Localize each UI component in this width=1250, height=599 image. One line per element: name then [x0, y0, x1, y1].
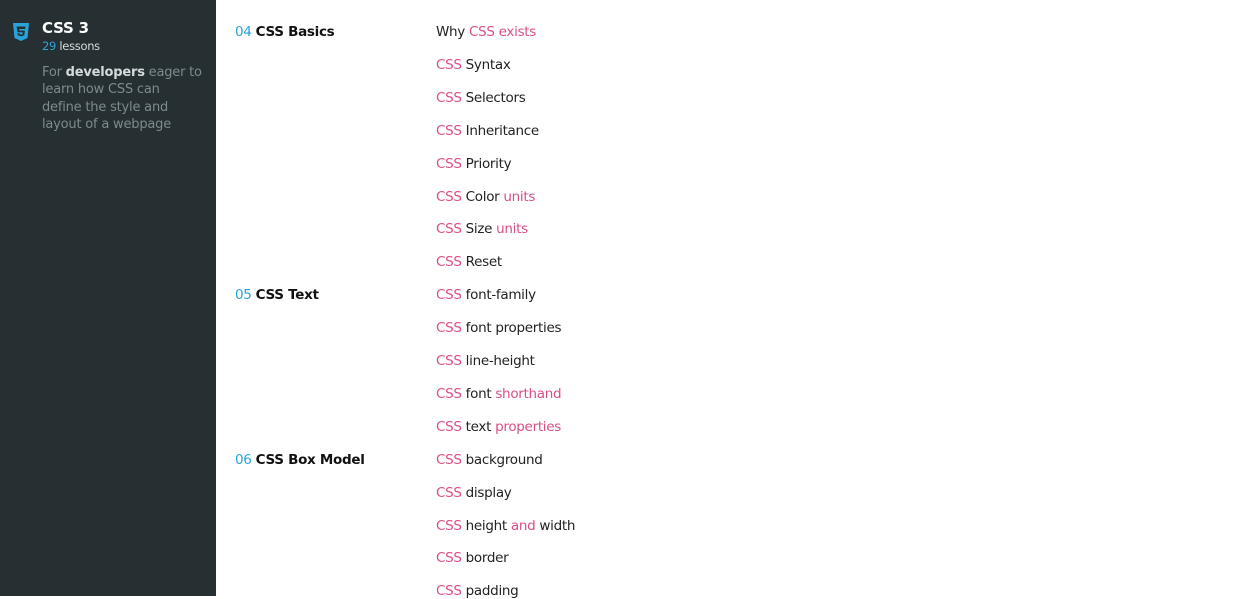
lesson-link[interactable]: CSS Priority [436, 155, 512, 172]
lesson-link[interactable]: CSS line-height [436, 353, 535, 369]
lesson-title-part: properties [495, 418, 562, 435]
lesson-title-part: Reset [461, 254, 503, 271]
lesson-title-part: font properties [461, 320, 562, 337]
lesson-title-part: font-family [461, 287, 536, 304]
lesson-title-part: Syntax [461, 56, 511, 73]
lesson-title-part: and [510, 517, 536, 534]
lesson-link[interactable]: CSS Size units [436, 221, 528, 237]
lesson-link[interactable]: CSS background [436, 452, 543, 468]
lesson-title-part: Selectors [461, 89, 526, 106]
chapter-number: 04 [235, 24, 252, 40]
chapter-heading[interactable]: 05 CSS Text [235, 287, 319, 303]
description-prefix: For [42, 65, 62, 80]
lesson-title-part: CSS [436, 385, 462, 402]
lesson-title-part: CSS [436, 221, 462, 238]
sidebar: CSS 3 29 lessons For developers eager to… [0, 0, 216, 596]
chapter-heading[interactable]: 06 CSS Box Model [235, 452, 365, 468]
lesson-link[interactable]: CSS font shorthand [436, 385, 562, 402]
lesson-title-part: Size [461, 221, 497, 238]
lesson-title-part: width [535, 517, 576, 534]
lesson-title-part: CSS [436, 484, 462, 501]
lesson-link[interactable]: CSS border [436, 550, 509, 567]
lesson-title-part: CSS [436, 287, 462, 304]
lesson-title-part: background [461, 451, 543, 468]
chapter-title: CSS Basics [255, 24, 335, 40]
lesson-title-part: height [461, 517, 511, 534]
lesson-title-part: CSS [436, 418, 462, 435]
lesson-title-part: CSS [436, 89, 462, 106]
lesson-link[interactable]: Why CSS exists [436, 24, 536, 40]
lessons-count: 29 lessons [42, 39, 100, 53]
lesson-title-part: units [496, 221, 528, 238]
lesson-title-part: padding [461, 583, 519, 599]
chapter-number: 05 [235, 287, 252, 303]
lesson-link[interactable]: CSS padding [436, 583, 519, 599]
lesson-link[interactable]: CSS Selectors [436, 89, 526, 106]
lesson-title-part: CSS [436, 353, 462, 369]
chapter-title: CSS Box Model [255, 452, 365, 468]
lesson-link[interactable]: CSS display [436, 485, 512, 501]
lesson-title-part: line-height [461, 353, 535, 369]
course-title[interactable]: CSS 3 [42, 19, 89, 37]
lesson-title-part: CSS [436, 188, 462, 205]
chapter-heading[interactable]: 04 CSS Basics [235, 24, 335, 40]
lesson-link[interactable]: CSS Syntax [436, 57, 511, 73]
lesson-list: 04 CSS Basics 05 CSS Text 06 CSS Box Model … [216, 0, 1250, 599]
lesson-title-part: CSS [436, 583, 462, 599]
lesson-title-part: Inheritance [461, 122, 540, 139]
lesson-title-part: text [461, 418, 496, 435]
lesson-title-part: display [461, 484, 512, 501]
lesson-title-part: CSS [436, 451, 462, 468]
course-description: For developers eager to learn how CSS ca… [42, 64, 202, 133]
lesson-link[interactable]: CSS Inheritance [436, 123, 539, 139]
lesson-title-part: CSS [436, 155, 462, 172]
css3-shield-icon[interactable] [11, 22, 31, 42]
lesson-link[interactable]: CSS font properties [436, 320, 562, 337]
lesson-link[interactable]: CSS Reset [436, 254, 502, 270]
lesson-title-part: CSS [436, 517, 462, 534]
lesson-title-part: CSS [436, 254, 462, 271]
lessons-count-number: 29 [42, 39, 57, 53]
chapter-title: CSS Text [255, 287, 319, 303]
lesson-title-part: CSS [436, 320, 462, 337]
lesson-title-part: CSS [436, 56, 462, 73]
lesson-title-part: Why [436, 24, 469, 40]
lesson-link[interactable]: CSS text properties [436, 419, 561, 435]
lesson-link[interactable]: CSS height and width [436, 518, 575, 534]
lesson-title-part: border [461, 550, 509, 567]
lessons-count-label: lessons [59, 39, 100, 53]
lesson-title-part: units [503, 188, 536, 205]
lesson-title-part: CSS [436, 550, 462, 567]
lesson-title-part: Priority [461, 155, 512, 172]
lesson-link[interactable]: CSS font-family [436, 287, 536, 303]
description-highlight: developers [65, 65, 145, 80]
lesson-title-part: Color [461, 188, 504, 205]
lesson-title-part: font [461, 385, 496, 402]
chapter-number: 06 [235, 452, 252, 468]
lesson-title-part: shorthand [495, 385, 562, 402]
lesson-title-part: CSS exists [469, 24, 537, 40]
lesson-title-part: CSS [436, 122, 462, 139]
lesson-link[interactable]: CSS Color units [436, 189, 535, 205]
